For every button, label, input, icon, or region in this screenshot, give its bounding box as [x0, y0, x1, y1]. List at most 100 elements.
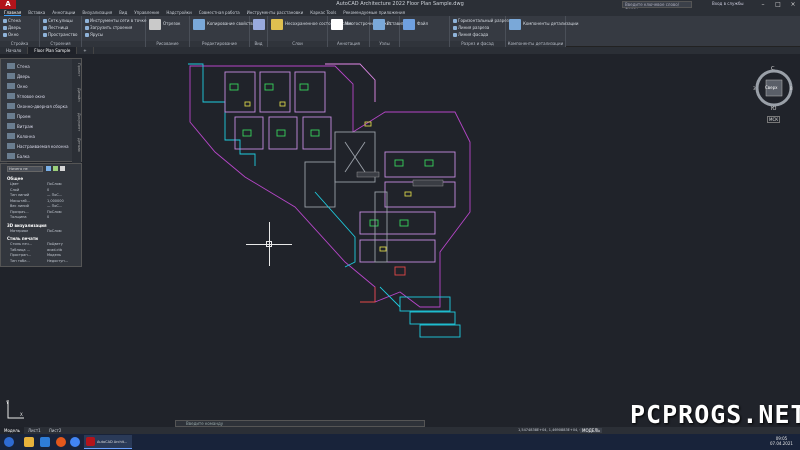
ribbon-tab-2[interactable]: Аннотации	[52, 10, 75, 15]
ribbon-tool-0-0[interactable]: Стена	[3, 18, 21, 23]
viewcube-east[interactable]: В	[790, 86, 793, 91]
viewcube-west[interactable]: З	[753, 86, 756, 91]
file-explorer-icon[interactable]	[24, 437, 34, 447]
palette-tool-icon[interactable]	[7, 93, 15, 99]
model-space-button[interactable]: МОДЕЛЬ	[580, 428, 603, 433]
ribbon-tab-10[interactable]: Рекомендуемые приложения	[343, 10, 405, 15]
palette-tool-icon[interactable]	[7, 143, 15, 149]
viewcube-face[interactable]: Сверх	[765, 85, 778, 90]
ucs-dropdown[interactable]: МСК	[767, 116, 781, 123]
palette-tool-icon[interactable]	[7, 103, 15, 109]
palette-vtab-1[interactable]: Дизайн	[72, 88, 81, 102]
layout-tab-0[interactable]: Модель	[0, 427, 25, 434]
palette-tool-icon[interactable]	[7, 123, 15, 129]
property-value[interactable]: ПоСлою	[47, 210, 62, 214]
media-player-icon[interactable]	[40, 437, 50, 447]
layout-tab-2[interactable]: Лист2	[45, 427, 66, 434]
palette-vtab-3[interactable]: Детали	[72, 138, 81, 152]
palette-tool-0[interactable]: Стена	[17, 64, 30, 69]
search-input[interactable]: Введите ключевое слово/фразу	[622, 1, 692, 12]
selection-dropdown[interactable]: Ничего не выбрано	[7, 166, 43, 172]
properties-section-title[interactable]: Стиль печати	[7, 236, 38, 241]
sign-in-button[interactable]: Вход в службы	[712, 1, 744, 6]
property-value[interactable]: 1,000000	[47, 199, 64, 203]
palette-tool-icon[interactable]	[7, 73, 15, 79]
property-value[interactable]: 0	[47, 188, 49, 192]
palette-tool-3[interactable]: Угловое окно	[17, 94, 45, 99]
palette-tool-icon[interactable]	[7, 63, 15, 69]
ribbon-tool-0-1[interactable]: Дверь	[3, 25, 21, 30]
palette-tool-icon[interactable]	[7, 133, 15, 139]
layout-tab-1[interactable]: Лист1	[24, 427, 45, 434]
start-menu-icon[interactable]	[4, 437, 14, 447]
property-value[interactable]: — ПоС...	[47, 204, 62, 208]
ribbon-tool-icon[interactable]	[403, 19, 415, 30]
property-value[interactable]: — ПоС...	[47, 193, 62, 197]
minimize-icon[interactable]: –	[756, 0, 770, 9]
ribbon-tool-2-0[interactable]: Инструменты сети в точке	[85, 18, 146, 23]
palette-tool-1[interactable]: Дверь	[17, 74, 30, 79]
chrome-icon[interactable]	[70, 437, 80, 447]
ribbon-tool-10-0[interactable]: Горизонтальный разрез	[453, 18, 509, 23]
ribbon-tab-8[interactable]: Инструменты расстановки	[247, 10, 304, 15]
ribbon-tool-10-1[interactable]: Линия разреза	[453, 25, 489, 30]
ribbon-tool-0-2[interactable]: Окно	[3, 32, 19, 37]
palette-tool-2[interactable]: Окно	[17, 84, 28, 89]
ribbon-tool-1-2[interactable]: Пространство	[43, 32, 77, 37]
ribbon-tool-2-1[interactable]: Загрузить строения	[85, 25, 132, 30]
document-tab-1[interactable]: Floor Plan Sample	[28, 47, 78, 54]
palette-tool-icon[interactable]	[7, 153, 15, 159]
ribbon-tab-3[interactable]: Визуализация	[82, 10, 112, 15]
ribbon-tab-5[interactable]: Управление	[134, 10, 159, 15]
ribbon-tool-icon[interactable]	[271, 19, 283, 30]
palette-tool-8[interactable]: Настраиваемая колонна	[17, 144, 69, 149]
ribbon-tool-icon[interactable]	[193, 19, 205, 30]
palette-tool-7[interactable]: Колонна	[17, 134, 35, 139]
ribbon-tool-1-0[interactable]: Сетк.улицы	[43, 18, 73, 23]
ribbon-tab-9[interactable]: Каркас Tools	[310, 10, 336, 15]
property-value[interactable]: Недоступ...	[47, 259, 68, 263]
ribbon-tab-1[interactable]: Вставка	[28, 10, 45, 15]
palette-vtab-2[interactable]: Документ	[72, 113, 81, 131]
system-clock[interactable]: 09:05 07.04.2021	[770, 436, 793, 446]
new-tab-icon[interactable]: +	[77, 47, 94, 54]
viewcube-north[interactable]: С	[771, 66, 775, 72]
ribbon-tool-1-1[interactable]: Лестница	[43, 25, 68, 30]
ribbon-tab-4[interactable]: Вид	[119, 10, 127, 15]
ribbon-tool-icon[interactable]	[509, 19, 521, 30]
property-value[interactable]: ПоСлою	[47, 182, 62, 186]
property-value[interactable]: ПоЦвету	[47, 242, 63, 246]
palette-tool-icon[interactable]	[7, 113, 15, 119]
floor-plan-drawing[interactable]	[185, 62, 475, 352]
viewcube-south[interactable]: Ю	[771, 106, 776, 112]
select-objects-icon[interactable]	[53, 166, 58, 171]
property-value[interactable]: acad.ctb	[47, 248, 62, 252]
ribbon-tool-icon[interactable]	[373, 19, 385, 30]
palette-tool-4[interactable]: Оконно-дверная сборка	[17, 104, 68, 109]
ribbon-tool-icon[interactable]	[149, 19, 161, 30]
document-tab-0[interactable]: Начало	[0, 47, 29, 54]
ribbon-tool-icon[interactable]	[331, 19, 343, 30]
palette-tool-6[interactable]: Витраж	[17, 124, 33, 129]
ribbon-tool-11-0[interactable]: Компоненты детализации	[523, 21, 578, 26]
property-value[interactable]: 0	[47, 215, 49, 219]
ribbon-tab-6[interactable]: Надстройки	[166, 10, 191, 15]
palette-tool-5[interactable]: Проем	[17, 114, 30, 119]
maximize-icon[interactable]: □	[771, 0, 785, 9]
ribbon-tool-2-2[interactable]: Ярусы	[85, 32, 103, 37]
ribbon-tool-10-2[interactable]: Линия фасада	[453, 32, 488, 37]
palette-tool-9[interactable]: Балка	[17, 154, 30, 159]
command-line-input[interactable]: Введите команду	[175, 420, 425, 427]
ribbon-tool-icon[interactable]	[253, 19, 265, 30]
close-icon[interactable]: ×	[786, 0, 800, 9]
property-value[interactable]: ПоСлою	[47, 229, 62, 233]
properties-section-title[interactable]: Общее	[7, 176, 23, 181]
property-value[interactable]: Модель	[47, 253, 61, 257]
ribbon-tab-0[interactable]: Главная	[4, 10, 22, 16]
palette-tool-icon[interactable]	[7, 83, 15, 89]
ribbon-tool-3-0[interactable]: Отрезок	[163, 21, 180, 26]
palette-vtab-0[interactable]: Проект	[72, 63, 81, 76]
firefox-icon[interactable]	[56, 437, 66, 447]
ribbon-tab-7[interactable]: Совместная работа	[199, 10, 240, 15]
quick-select-icon[interactable]	[46, 166, 51, 171]
